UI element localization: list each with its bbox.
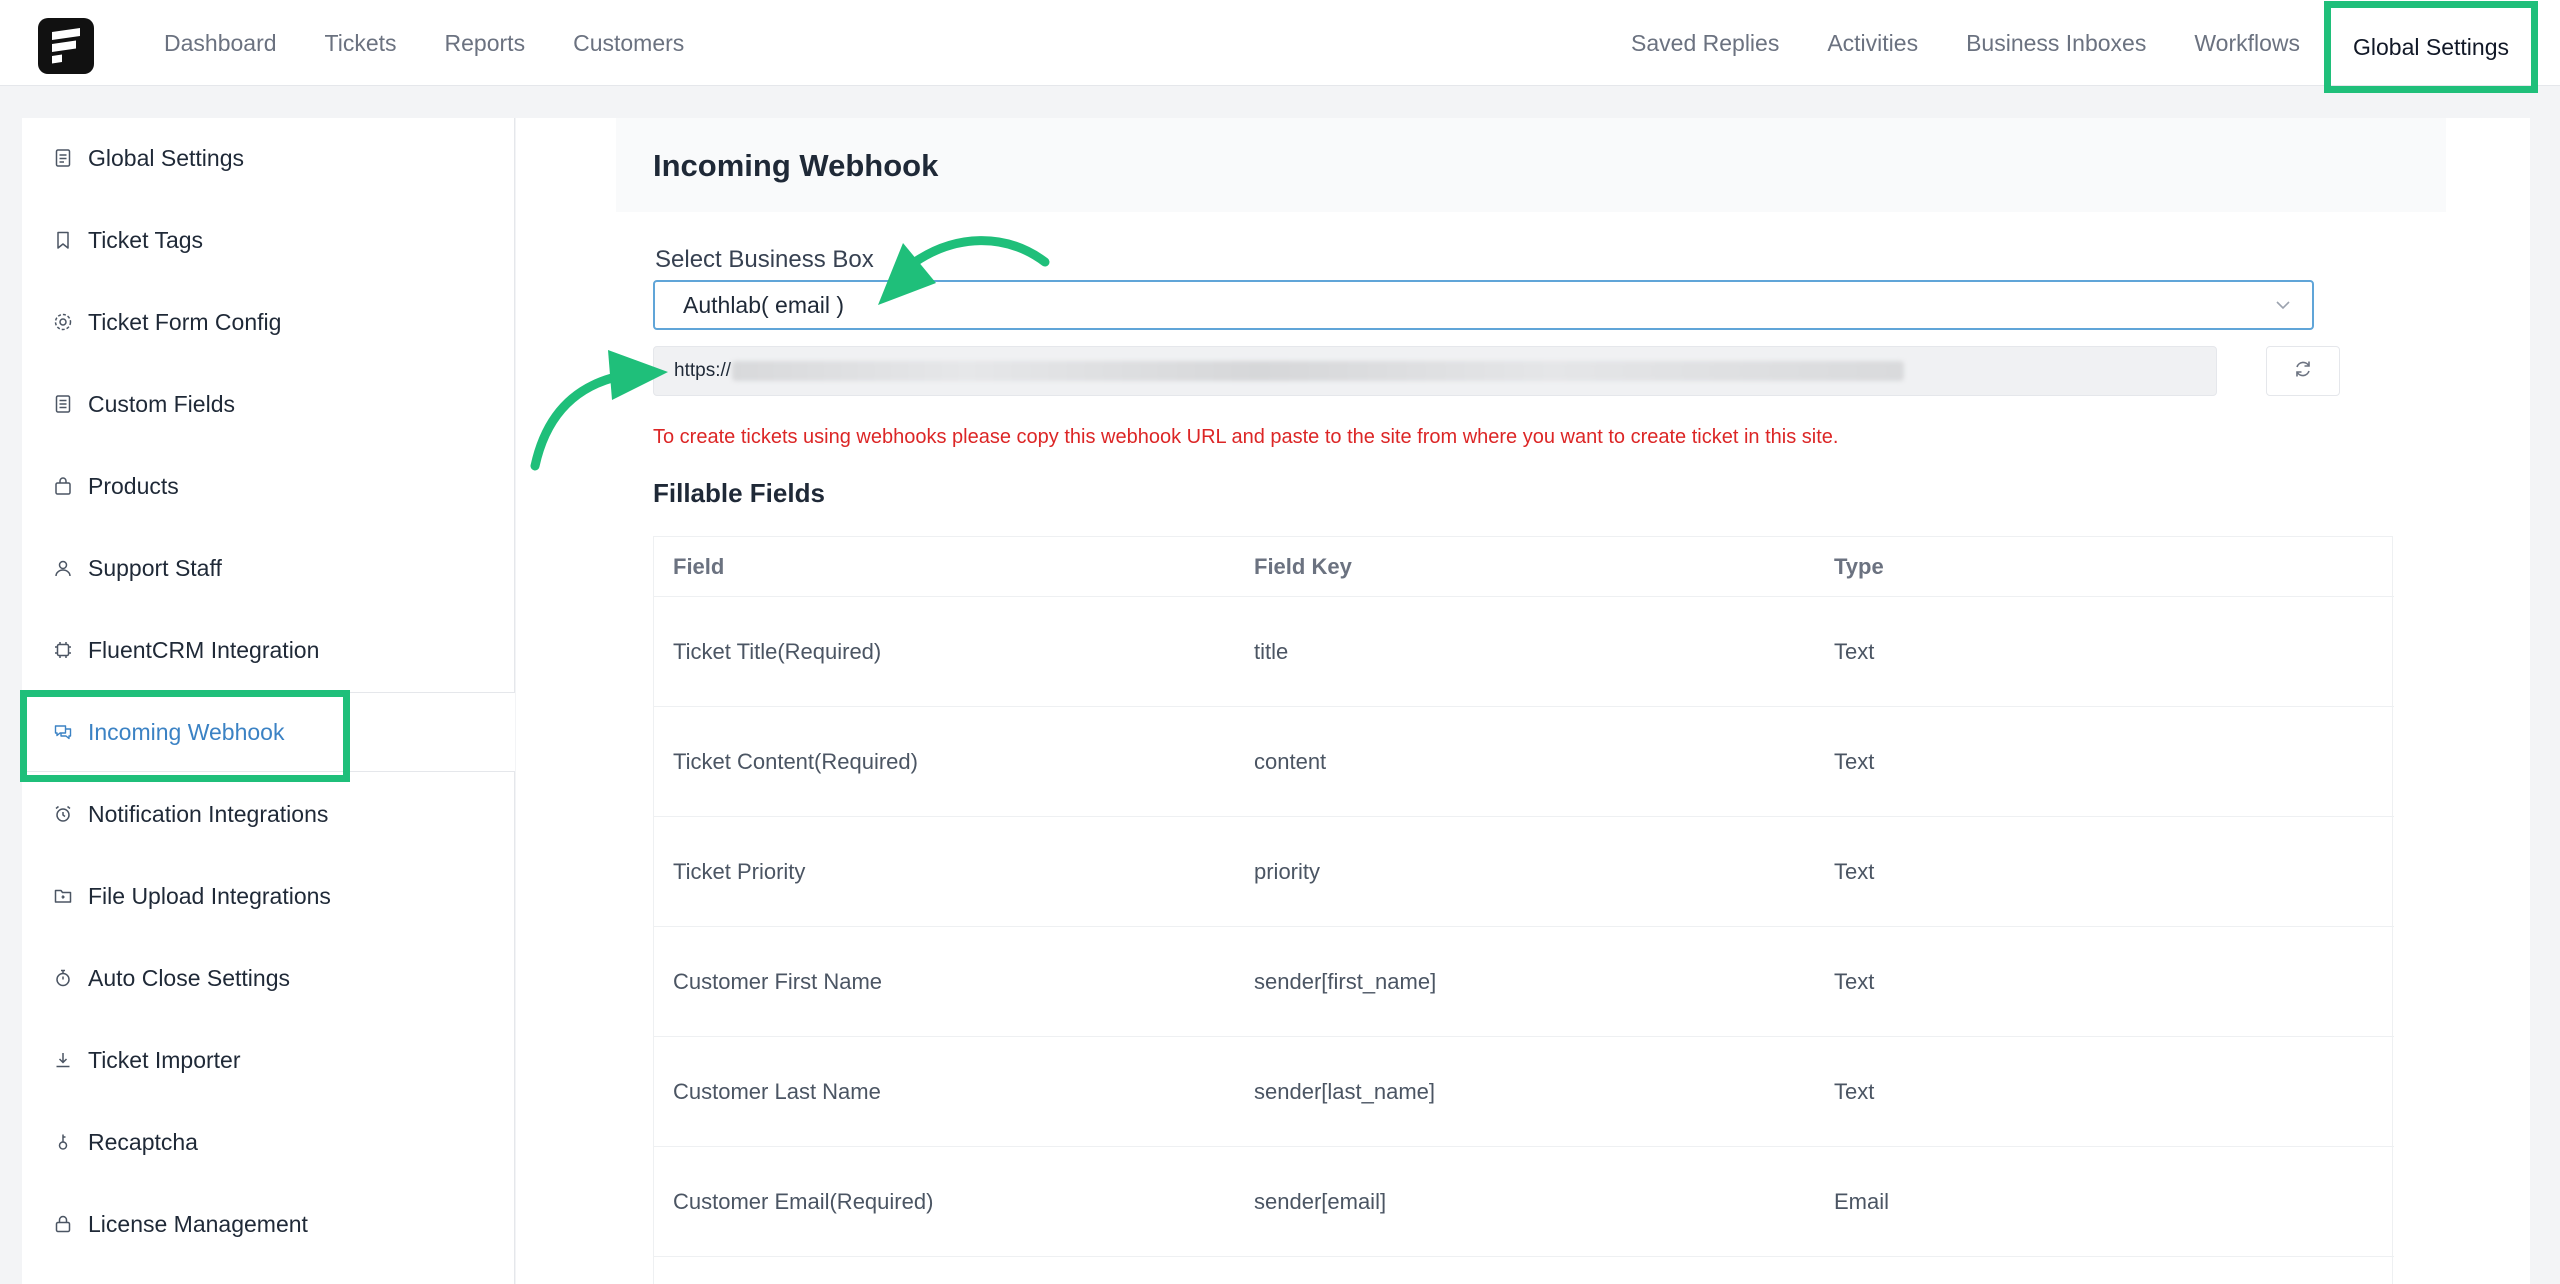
cell-field: Ticket Priority bbox=[673, 858, 806, 884]
table-row: Customer First Name sender[first_name] T… bbox=[654, 927, 2394, 1037]
cell-field-key: sender[first_name] bbox=[1254, 968, 1437, 994]
chevron-down-icon bbox=[2272, 294, 2294, 322]
lock-icon bbox=[52, 1213, 74, 1235]
fillable-fields-table: Field Field Key Type Ticket Title(Requir… bbox=[653, 536, 2394, 1284]
list-icon bbox=[52, 393, 74, 415]
cell-type: Email bbox=[1834, 1188, 1890, 1214]
settings-sidebar: Global Settings Ticket Tags Ticket Form … bbox=[20, 118, 515, 1284]
sidebar-item-custom-fields[interactable]: Custom Fields bbox=[22, 364, 515, 444]
webhook-url-text: https:// bbox=[674, 360, 732, 381]
app-logo[interactable] bbox=[38, 18, 94, 74]
refresh-url-button[interactable] bbox=[2266, 346, 2340, 396]
sidebar-item-label: Ticket Form Config bbox=[88, 308, 282, 335]
key-icon bbox=[52, 1131, 74, 1153]
nav-global-settings[interactable]: Global Settings bbox=[2324, 1, 2538, 93]
cell-field-key: sender[email] bbox=[1254, 1188, 1387, 1214]
sidebar-item-label: Ticket Tags bbox=[88, 226, 204, 253]
sidebar-item-ticket-form-config[interactable]: Ticket Form Config bbox=[22, 282, 515, 362]
sidebar-item-fluentcrm-integration[interactable]: FluentCRM Integration bbox=[22, 610, 515, 690]
table-row: Ticket Title(Required) title Text bbox=[654, 597, 2394, 707]
cell-type: Text bbox=[1834, 748, 1875, 774]
table-row: Ticket Content(Required) content Text bbox=[654, 707, 2394, 817]
webhook-notice: To create tickets using webhooks please … bbox=[653, 426, 1839, 448]
chip-icon bbox=[52, 639, 74, 661]
table-row: Customer Email(Required) sender[email] E… bbox=[654, 1147, 2394, 1257]
cell-field-key: content bbox=[1254, 748, 1327, 774]
cell-type: Text bbox=[1834, 968, 1875, 994]
cell-type: Text bbox=[1834, 638, 1875, 664]
sidebar-item-label: Recaptcha bbox=[88, 1128, 198, 1155]
folder-icon bbox=[52, 885, 74, 907]
cell-field-key: sender[last_name] bbox=[1254, 1078, 1435, 1104]
cell-field-key: title bbox=[1254, 638, 1289, 664]
webhook-url-field[interactable]: https:// bbox=[653, 346, 2217, 396]
nav-saved-replies[interactable]: Saved Replies bbox=[1607, 0, 1803, 86]
sidebar-item-notification-integrations[interactable]: Notification Integrations bbox=[22, 774, 515, 854]
cell-field: Customer Email(Required) bbox=[673, 1188, 934, 1214]
sidebar-item-label: Auto Close Settings bbox=[88, 964, 291, 991]
sidebar-item-label: File Upload Integrations bbox=[88, 882, 331, 909]
nav-dashboard[interactable]: Dashboard bbox=[140, 0, 301, 86]
business-box-select[interactable]: Authlab( email ) bbox=[653, 280, 2314, 330]
nav-customers[interactable]: Customers bbox=[549, 0, 708, 86]
table-header-row: Field Field Key Type bbox=[654, 537, 2394, 597]
nav-reports[interactable]: Reports bbox=[421, 0, 550, 86]
sidebar-item-auto-close-settings[interactable]: Auto Close Settings bbox=[22, 938, 515, 1018]
sidebar-item-recaptcha[interactable]: Recaptcha bbox=[22, 1102, 515, 1182]
refresh-icon bbox=[2292, 358, 2314, 385]
column-header-field-key: Field Key bbox=[1254, 553, 1352, 579]
nav-right: Saved Replies Activities Business Inboxe… bbox=[1607, 0, 2560, 93]
select-value: Authlab( email ) bbox=[683, 291, 845, 318]
page-title: Incoming Webhook bbox=[653, 148, 939, 183]
cell-field: Ticket Title(Required) bbox=[673, 638, 882, 664]
bookmark-icon bbox=[52, 229, 74, 251]
select-business-box-label: Select Business Box bbox=[655, 246, 874, 273]
sidebar-item-label: Custom Fields bbox=[88, 390, 235, 417]
sidebar-item-global-settings[interactable]: Global Settings bbox=[22, 118, 515, 198]
sidebar-item-license-management[interactable]: License Management bbox=[22, 1184, 515, 1264]
bag-icon bbox=[52, 475, 74, 497]
fillable-fields-title: Fillable Fields bbox=[653, 478, 825, 508]
sidebar-item-file-upload-integrations[interactable]: File Upload Integrations bbox=[22, 856, 515, 936]
sidebar-item-ticket-importer[interactable]: Ticket Importer bbox=[22, 1020, 515, 1100]
sidebar-item-incoming-webhook[interactable]: Incoming Webhook bbox=[22, 692, 515, 772]
chat-icon bbox=[52, 721, 74, 743]
sidebar-item-label: Incoming Webhook bbox=[88, 718, 285, 745]
cell-type: Text bbox=[1834, 1078, 1875, 1104]
nav-workflows[interactable]: Workflows bbox=[2170, 0, 2324, 86]
cell-type: Text bbox=[1834, 858, 1875, 884]
sidebar-item-label: Products bbox=[88, 472, 179, 499]
nav-tickets[interactable]: Tickets bbox=[301, 0, 421, 86]
nav-activities[interactable]: Activities bbox=[1803, 0, 1942, 86]
sidebar-item-label: Notification Integrations bbox=[88, 800, 329, 827]
sidebar-item-ticket-tags[interactable]: Ticket Tags bbox=[22, 200, 515, 280]
download-icon bbox=[52, 1049, 74, 1071]
user-icon bbox=[52, 557, 74, 579]
nav-left: Dashboard Tickets Reports Customers bbox=[140, 0, 708, 86]
blurred-url bbox=[732, 361, 1904, 381]
table-row: Ticket Priority priority Text bbox=[654, 817, 2394, 927]
cell-field: Customer First Name bbox=[673, 968, 883, 994]
sidebar-item-label: Ticket Importer bbox=[88, 1046, 241, 1073]
timer-icon bbox=[52, 967, 74, 989]
cell-field: Customer Last Name bbox=[673, 1078, 881, 1104]
cell-field-key: priority bbox=[1254, 858, 1321, 884]
column-header-field: Field bbox=[673, 553, 725, 579]
top-navbar: Dashboard Tickets Reports Customers Save… bbox=[0, 0, 2560, 93]
main-panel: Incoming Webhook Select Business Box Aut… bbox=[516, 118, 2530, 1284]
column-header-type: Type bbox=[1834, 553, 1884, 579]
gear-icon bbox=[52, 311, 74, 333]
sidebar-item-label: Support Staff bbox=[88, 554, 222, 581]
sidebar-item-label: Global Settings bbox=[88, 144, 244, 171]
table-row: Customer Last Name sender[last_name] Tex… bbox=[654, 1037, 2394, 1147]
logo-icon bbox=[52, 28, 80, 64]
sidebar-item-products[interactable]: Products bbox=[22, 446, 515, 526]
alarm-icon bbox=[52, 803, 74, 825]
sidebar-item-label: FluentCRM Integration bbox=[88, 636, 320, 663]
cell-field: Ticket Content(Required) bbox=[673, 748, 918, 774]
sidebar-item-label: License Management bbox=[88, 1210, 308, 1237]
nav-business-inboxes[interactable]: Business Inboxes bbox=[1942, 0, 2170, 86]
sidebar-item-support-staff[interactable]: Support Staff bbox=[22, 528, 515, 608]
document-icon bbox=[52, 147, 74, 169]
